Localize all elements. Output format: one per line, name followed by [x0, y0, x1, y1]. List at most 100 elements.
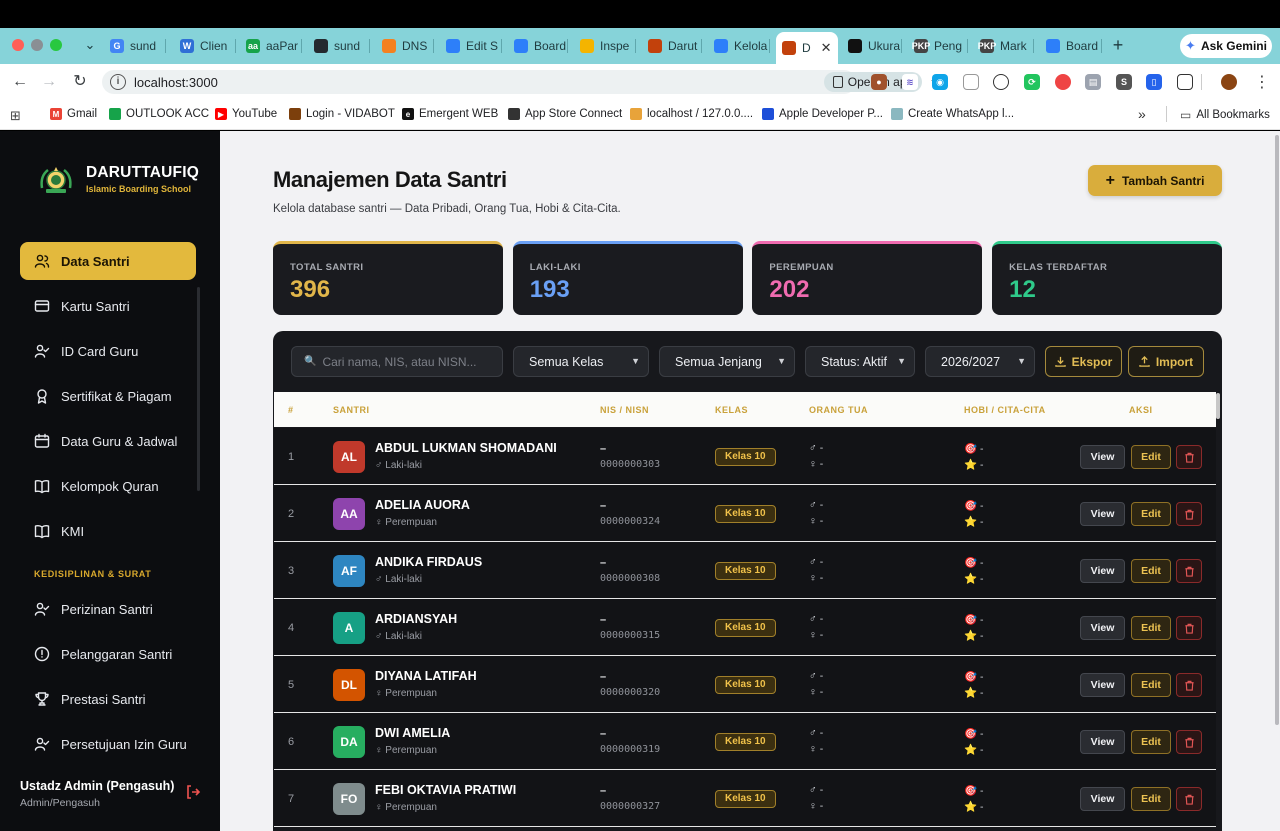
browser-tab[interactable]: Darut [642, 33, 702, 59]
address-url[interactable]: localhost:3000 [134, 75, 218, 90]
edit-button[interactable]: Edit [1131, 445, 1171, 469]
browser-tab[interactable]: Kelola [708, 33, 770, 59]
sidebar-item-kelompok-quran[interactable]: Kelompok Quran [20, 467, 196, 505]
bookmark-item[interactable]: App Store Connect [508, 108, 622, 120]
window-close-button[interactable] [12, 39, 24, 51]
bookmark-item[interactable]: OUTLOOK ACC [109, 108, 209, 120]
ask-gemini-button[interactable]: ✦ Ask Gemini [1180, 34, 1272, 58]
profile-avatar[interactable] [1221, 74, 1237, 90]
bookmark-item[interactable]: e Emergent WEB [402, 108, 498, 120]
edit-button[interactable]: Edit [1131, 616, 1171, 640]
bookmark-item[interactable]: Login - VIDABOT [289, 108, 395, 120]
sidebar-item-id-card-guru[interactable]: ID Card Guru [20, 332, 196, 370]
delete-button[interactable] [1176, 502, 1202, 526]
cookie-extension-icon[interactable]: ● [871, 74, 887, 90]
window-minimize-button[interactable] [31, 39, 43, 51]
view-button[interactable]: View [1080, 445, 1125, 469]
year-select[interactable]: 2026/2027 ▼ [925, 346, 1035, 377]
table-row[interactable]: AL 1 ABDUL LUKMAN SHOMADANI ♂ Laki-laki – 000… [274, 428, 1216, 485]
delete-button[interactable] [1176, 787, 1202, 811]
edit-button[interactable]: Edit [1131, 787, 1171, 811]
extension-icon[interactable]: ⟳ [1024, 74, 1040, 90]
apps-grid-icon[interactable]: ⊞ [10, 108, 21, 124]
table-scrollbar[interactable] [1216, 393, 1220, 419]
sidebar-item-data-guru-jadwal[interactable]: Data Guru & Jadwal [20, 422, 196, 460]
sidebar-item-prestasi-santri[interactable]: Prestasi Santri [20, 680, 196, 718]
browser-tab[interactable]: Board [508, 33, 568, 59]
view-button[interactable]: View [1080, 673, 1125, 697]
back-arrow-icon[interactable]: ← [9, 71, 31, 93]
extension-icon[interactable]: ◉ [932, 74, 948, 90]
jenjang-select[interactable]: Semua Jenjang ▼ [659, 346, 795, 377]
extension-icon[interactable]: ▤ [1085, 74, 1101, 90]
extension-icon[interactable]: ≋ [902, 74, 918, 90]
edit-button[interactable]: Edit [1131, 730, 1171, 754]
table-row[interactable]: AA 2 ADELIA AUORA ♀ Perempuan – 0000000324 Kel… [274, 485, 1216, 542]
kelas-select[interactable]: Semua Kelas ▼ [513, 346, 649, 377]
reload-icon[interactable]: ↻ [69, 71, 91, 93]
view-button[interactable]: View [1080, 730, 1125, 754]
sidebar-item-kmi[interactable]: KMI [20, 512, 196, 550]
sidebar-item-persetujuan-izin-guru[interactable]: Persetujuan Izin Guru [20, 725, 196, 763]
site-info-icon[interactable]: i [110, 74, 126, 90]
table-row[interactable]: DL 5 DIYANA LATIFAH ♀ Perempuan – 0000000320 K… [274, 656, 1216, 713]
bookmark-item[interactable]: ▶ YouTube [215, 108, 277, 120]
tab-search-chevron-icon[interactable]: ⌄ [80, 34, 100, 56]
more-bookmarks-icon[interactable]: » [1138, 106, 1146, 122]
new-tab-button[interactable]: + [1108, 34, 1128, 56]
search-input[interactable]: 🔍 Cari nama, NIS, atau NISN... [291, 346, 503, 377]
browser-tab[interactable]: Inspe [574, 33, 636, 59]
extension-icon[interactable] [993, 74, 1009, 90]
browser-tab[interactable]: Gsund [104, 33, 166, 59]
browser-tab[interactable]: Ukura [842, 33, 902, 59]
sidebar-scrollbar[interactable] [197, 287, 200, 491]
status-select[interactable]: Status: Aktif ▼ [805, 346, 915, 377]
sidebar-item-data-santri[interactable]: Data Santri [20, 242, 196, 280]
browser-tab[interactable]: Edit S [440, 33, 502, 59]
extension-icon[interactable]: ▯ [1146, 74, 1162, 90]
sidebar-item-perizinan-santri[interactable]: Perizinan Santri [20, 590, 196, 628]
extensions-puzzle-icon[interactable] [1177, 74, 1193, 90]
bookmark-item[interactable]: Apple Developer P... [762, 108, 883, 120]
window-zoom-button[interactable] [50, 39, 62, 51]
browser-tab[interactable]: Board [1040, 33, 1102, 59]
page-scrollbar[interactable] [1274, 131, 1280, 831]
view-button[interactable]: View [1080, 502, 1125, 526]
browser-tab[interactable]: W Clien [174, 33, 236, 59]
browser-tab[interactable]: sund [308, 33, 370, 59]
table-row[interactable]: DA 6 DWI AMELIA ♀ Perempuan – 0000000319 Kelas… [274, 713, 1216, 770]
shield-extension-icon[interactable] [963, 74, 979, 90]
sidebar-item-sertifikat-piagam[interactable]: Sertifikat & Piagam [20, 377, 196, 415]
edit-button[interactable]: Edit [1131, 502, 1171, 526]
extension-icon[interactable] [1055, 74, 1071, 90]
browser-tab[interactable]: aa aaPar [240, 33, 302, 59]
export-button[interactable]: Ekspor [1045, 346, 1122, 377]
delete-button[interactable] [1176, 559, 1202, 583]
delete-button[interactable] [1176, 445, 1202, 469]
delete-button[interactable] [1176, 616, 1202, 640]
browser-tab[interactable]: DNS [376, 33, 434, 59]
extension-icon[interactable]: S [1116, 74, 1132, 90]
forward-arrow-icon[interactable]: → [38, 71, 60, 93]
sidebar-item-pelanggaran-santri[interactable]: Pelanggaran Santri [20, 635, 196, 673]
sidebar-item-kartu-santri[interactable]: Kartu Santri [20, 287, 196, 325]
bookmark-item[interactable]: localhost / 127.0.0.... [630, 108, 753, 120]
address-bar[interactable]: i localhost:3000 Open in app ☆ [102, 70, 944, 94]
import-button[interactable]: Import [1128, 346, 1204, 377]
bookmark-item[interactable]: M Gmail [50, 108, 97, 120]
view-button[interactable]: View [1080, 787, 1125, 811]
close-tab-icon[interactable]: ✕ [821, 40, 832, 56]
browser-tab[interactable]: PKP Peng [908, 33, 968, 59]
bookmark-item[interactable]: Create WhatsApp l... [891, 108, 1014, 120]
view-button[interactable]: View [1080, 616, 1125, 640]
table-row[interactable]: AF 3 ANDIKA FIRDAUS ♂ Laki-laki – 0000000308 K… [274, 542, 1216, 599]
add-santri-button[interactable]: + Tambah Santri [1088, 165, 1222, 196]
logout-icon[interactable] [185, 784, 201, 800]
edit-button[interactable]: Edit [1131, 559, 1171, 583]
view-button[interactable]: View [1080, 559, 1125, 583]
table-row[interactable]: A 4 ARDIANSYAH ♂ Laki-laki – 0000000315 Kelas … [274, 599, 1216, 656]
delete-button[interactable] [1176, 730, 1202, 754]
edit-button[interactable]: Edit [1131, 673, 1171, 697]
browser-tab[interactable]: PKP Mark [974, 33, 1034, 59]
browser-tab[interactable]: D ✕ [776, 32, 838, 64]
